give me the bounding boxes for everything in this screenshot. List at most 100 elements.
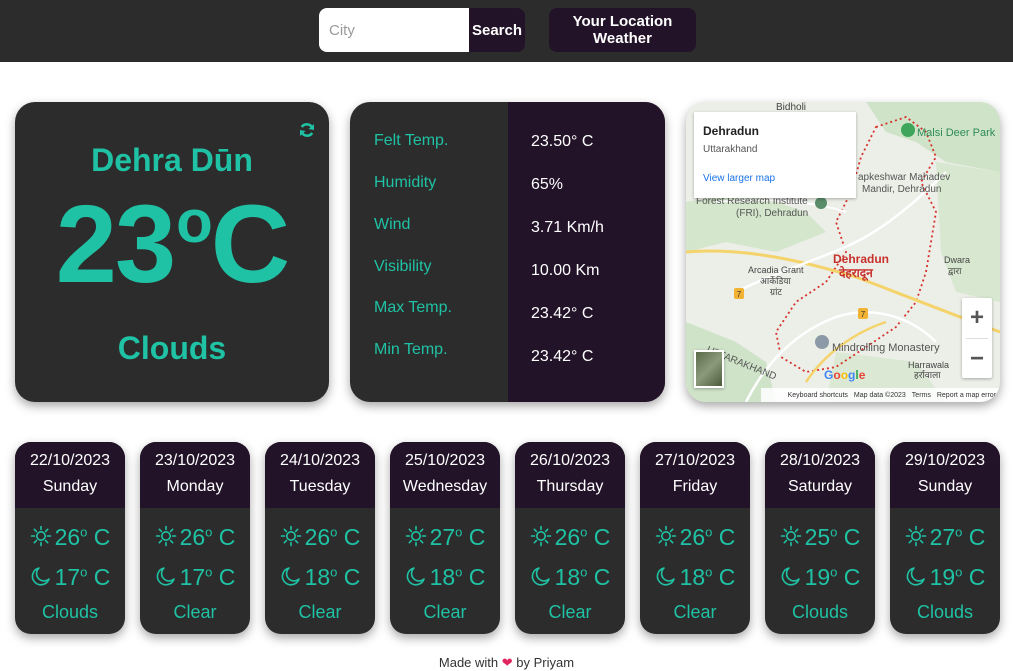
- footer-made-with: Made with: [438, 655, 499, 670]
- location-map[interactable]: 7 7 Bidholi Malsi Deer Park apkeshwar Ma…: [686, 102, 1000, 402]
- report-error-link[interactable]: Report a map error: [937, 392, 996, 399]
- svg-text:Mandir, Dehradun: Mandir, Dehradun: [862, 184, 942, 195]
- page-footer: Made with ❤ by Priyam: [0, 655, 1013, 671]
- forecast-max-temp: 26o C: [140, 524, 250, 551]
- zoom-in-button[interactable]: +: [962, 298, 992, 338]
- svg-text:(FRI), Dehradun: (FRI), Dehradun: [736, 208, 808, 219]
- satellite-toggle[interactable]: [694, 350, 724, 388]
- forecast-min-temp: 18o C: [265, 564, 375, 591]
- forecast-date: 29/10/2023: [904, 452, 986, 469]
- map-attribution: Keyboard shortcuts Map data ©2023 Terms …: [761, 388, 1000, 402]
- road-7-shield: 7: [861, 310, 866, 319]
- forecast-weekday: Tuesday: [289, 478, 351, 495]
- detail-value-felt: 23.50° C: [531, 133, 594, 150]
- detail-value-max-temp: 23.42° C: [531, 305, 594, 322]
- forecast-day-header: 29/10/2023 Sunday: [890, 442, 1000, 508]
- detail-label-humidity: Humidity: [374, 174, 437, 191]
- terms-link[interactable]: Terms: [912, 392, 931, 399]
- forecast-condition: Clear: [298, 602, 342, 622]
- detail-value-wind: 3.71 Km/h: [531, 219, 604, 236]
- forecast-day-card: 26/10/2023 Thursday 26o C 18o C Clear: [515, 442, 625, 634]
- detail-label-wind: Wind: [374, 216, 411, 233]
- zoom-out-button[interactable]: −: [962, 339, 992, 379]
- svg-text:ग्रांट: ग्रांट: [770, 287, 782, 297]
- detail-label-felt: Felt Temp.: [374, 132, 449, 149]
- forecast-condition: Clouds: [791, 602, 849, 622]
- forecast-max-temp: 26o C: [515, 524, 625, 551]
- svg-text:Mindrolling Monastery: Mindrolling Monastery: [832, 342, 940, 354]
- svg-text:Dehradun: Dehradun: [833, 252, 889, 266]
- forecast-day-card: 23/10/2023 Monday 26o C 17o C Clear: [140, 442, 250, 634]
- forecast-day-card: 24/10/2023 Tuesday 26o C 18o C Clear: [265, 442, 375, 634]
- forecast-min-temp: 17o C: [140, 564, 250, 591]
- forecast-max-temp: 27o C: [890, 524, 1000, 551]
- city-search-input[interactable]: [319, 8, 469, 52]
- moon-icon: [656, 567, 675, 586]
- weather-details-card: Felt Temp. 23.50° C Humidity 65% Wind 3.…: [350, 102, 665, 402]
- map-data-credit: Map data ©2023: [853, 391, 906, 399]
- fri-pin-icon: [815, 197, 827, 209]
- map-place-title: Dehradun: [703, 124, 760, 138]
- monastery-pin-icon: [815, 335, 829, 349]
- svg-text:apkeshwar Mahadev: apkeshwar Mahadev: [858, 172, 950, 183]
- road-7-shield: 7: [737, 290, 742, 299]
- forecast-day-header: 28/10/2023 Saturday: [765, 442, 875, 508]
- search-button[interactable]: Search: [469, 8, 525, 52]
- forecast-day-card: 27/10/2023 Friday 26o C 18o C Clear: [640, 442, 750, 634]
- forecast-weekday: Saturday: [787, 478, 853, 495]
- forecast-date: 23/10/2023: [154, 452, 236, 469]
- forecast-date: 26/10/2023: [529, 452, 611, 469]
- forecast-min-temp: 17o C: [15, 564, 125, 591]
- forecast-day-header: 26/10/2023 Thursday: [515, 442, 625, 508]
- forecast-day-card: 25/10/2023 Wednesday 27o C 18o C Clear: [390, 442, 500, 634]
- svg-text:द्वारा: द्वारा: [948, 266, 962, 276]
- sun-icon: [530, 525, 551, 547]
- location-weather-button[interactable]: Your Location Weather: [549, 8, 696, 52]
- forecast-day-header: 24/10/2023 Tuesday: [265, 442, 375, 508]
- view-larger-map-link[interactable]: View larger map: [703, 173, 847, 184]
- svg-text:देहरादून: देहरादून: [838, 266, 874, 281]
- forecast-min-temp: 18o C: [640, 564, 750, 591]
- heart-icon: ❤: [501, 655, 513, 670]
- forecast-weekday: Sunday: [917, 478, 973, 495]
- detail-value-humidity: 65%: [531, 176, 564, 193]
- moon-icon: [406, 567, 425, 586]
- forecast-condition: Clouds: [916, 602, 974, 622]
- forecast-day-card: 28/10/2023 Saturday 25o C 19o C Clouds: [765, 442, 875, 634]
- forecast-day-card: 29/10/2023 Sunday 27o C 19o C Clouds: [890, 442, 1000, 634]
- google-logo: Google: [824, 368, 866, 382]
- moon-icon: [906, 567, 925, 586]
- forecast-max-temp: 26o C: [265, 524, 375, 551]
- forecast-day-header: 23/10/2023 Monday: [140, 442, 250, 508]
- sun-icon: [405, 525, 426, 547]
- forecast-condition: Clear: [673, 602, 717, 622]
- forecast-date: 27/10/2023: [654, 452, 736, 469]
- map-zoom-control: + −: [962, 298, 992, 378]
- forecast-day-header: 25/10/2023 Wednesday: [390, 442, 500, 508]
- malsi-pin-icon: [901, 123, 915, 137]
- keyboard-shortcuts-link[interactable]: Keyboard shortcuts: [788, 392, 848, 399]
- forecast-day-card: 22/10/2023 Sunday 26o C 17o C Clouds: [15, 442, 125, 634]
- forecast-min-temp: 18o C: [515, 564, 625, 591]
- forecast-max-temp: 27o C: [390, 524, 500, 551]
- search-group: Search: [319, 8, 525, 52]
- forecast-weekday: Wednesday: [402, 478, 488, 495]
- refresh-icon[interactable]: [299, 122, 315, 138]
- footer-author: by Priyam: [516, 655, 575, 670]
- moon-icon: [31, 567, 50, 586]
- svg-text:आर्केडिया: आर्केडिया: [760, 275, 791, 286]
- detail-value-visibility: 10.00 Km: [531, 262, 600, 279]
- forecast-date: 22/10/2023: [29, 452, 111, 469]
- forecast-day-header: 27/10/2023 Friday: [640, 442, 750, 508]
- moon-icon: [531, 567, 550, 586]
- svg-text:Malsi Deer Park: Malsi Deer Park: [917, 127, 996, 139]
- svg-text:Dwara: Dwara: [944, 255, 970, 265]
- sun-icon: [905, 525, 926, 547]
- detail-value-min-temp: 23.42° C: [531, 348, 594, 365]
- forecast-date: 25/10/2023: [404, 452, 486, 469]
- sun-icon: [780, 525, 801, 547]
- sun-icon: [30, 525, 51, 547]
- forecast-condition: Clear: [548, 602, 592, 622]
- forecast-max-temp: 25o C: [765, 524, 875, 551]
- moon-icon: [281, 567, 300, 586]
